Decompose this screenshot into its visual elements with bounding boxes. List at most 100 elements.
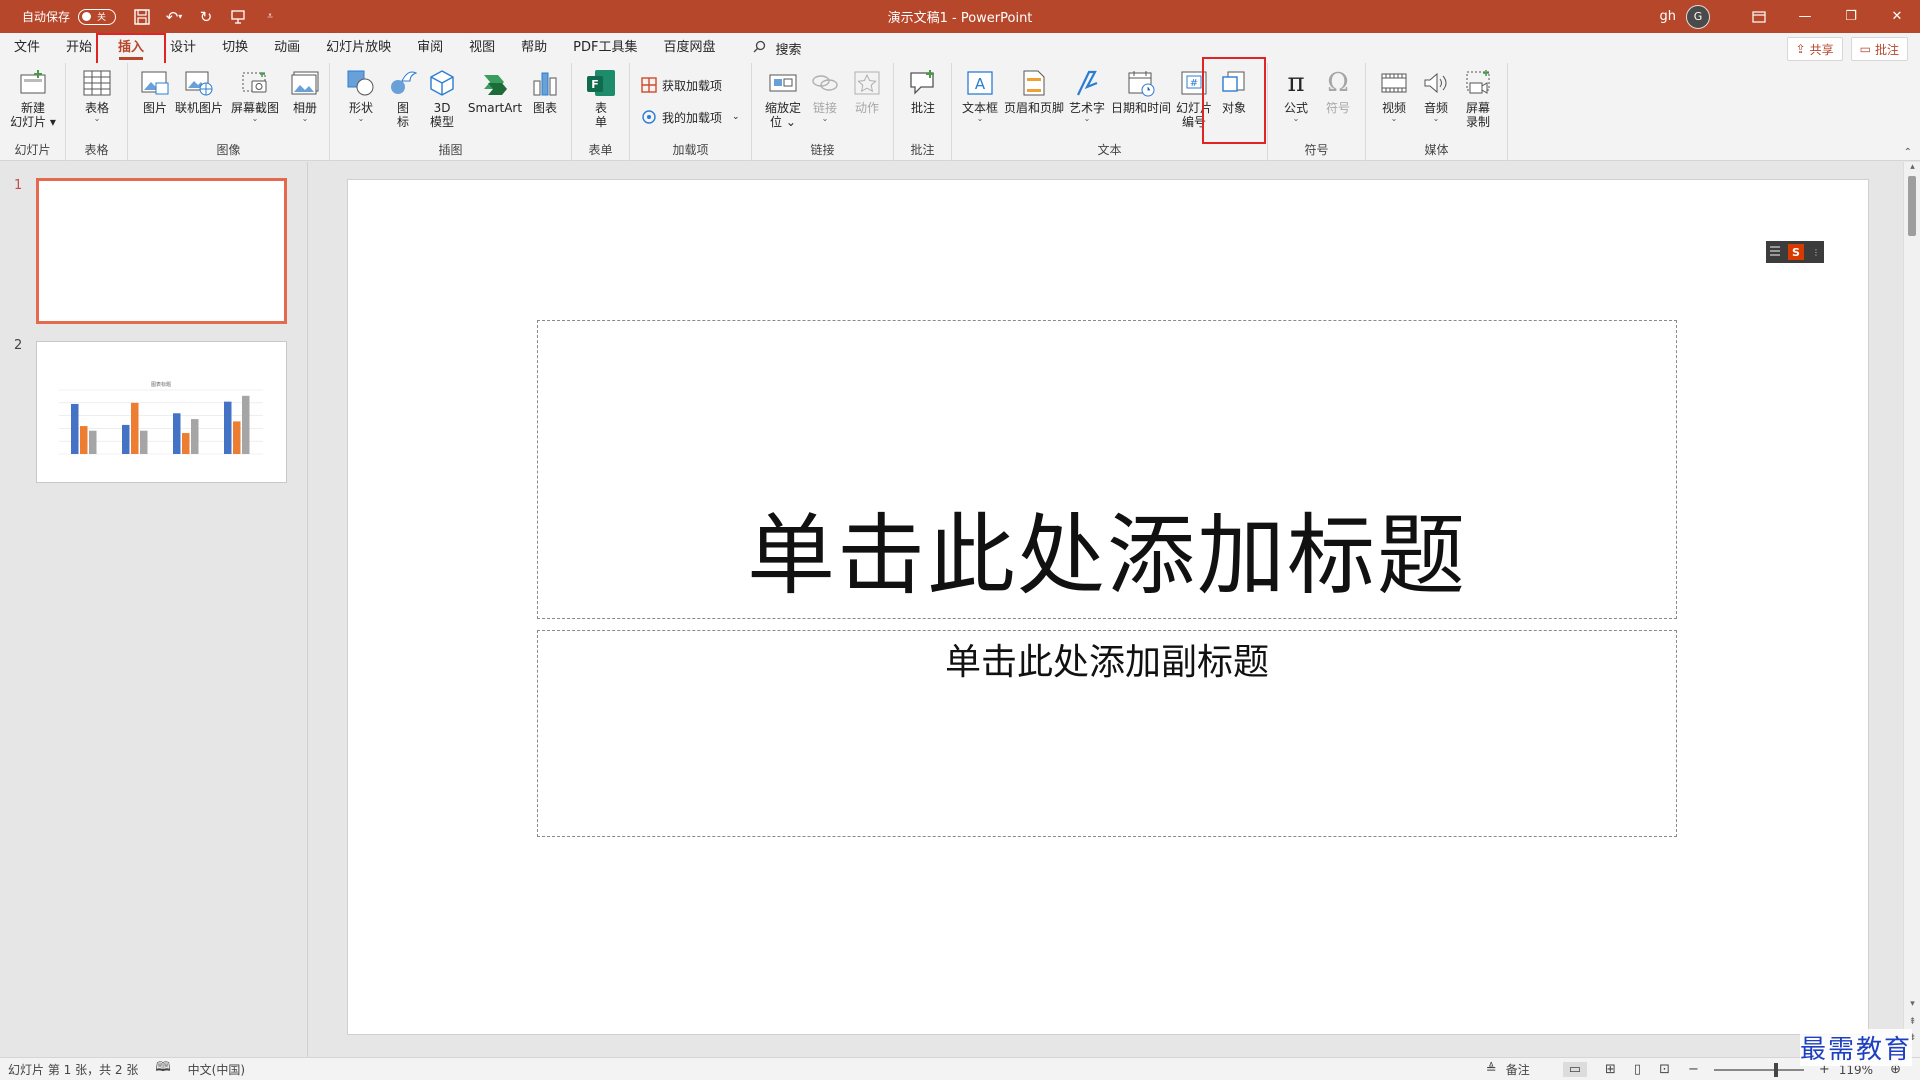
sogou-ime-toolbar[interactable]: S ⋮: [1766, 241, 1824, 263]
vertical-scrollbar[interactable]: ▴ ▾ ⇞ ⇟: [1903, 162, 1920, 1057]
slide-thumbnail-2[interactable]: 图表标题: [36, 341, 287, 483]
normal-view-icon[interactable]: ▭: [1562, 1062, 1587, 1077]
tab-help[interactable]: 帮助: [508, 33, 560, 63]
action-button[interactable]: 动作: [850, 67, 884, 115]
notes-button[interactable]: 备注: [1506, 1061, 1530, 1078]
screenshot-icon: [239, 67, 271, 99]
screenshot-button[interactable]: 屏幕截图 ⌄: [230, 67, 280, 123]
3d-models-button[interactable]: 3D 模型: [425, 67, 459, 129]
icons-icon: [387, 67, 419, 99]
tab-pdf-tools[interactable]: PDF工具集: [560, 33, 650, 63]
notes-icon[interactable]: ≜: [1486, 1062, 1497, 1077]
tab-transitions[interactable]: 切换: [209, 33, 261, 63]
symbol-button[interactable]: Ω 符号: [1320, 67, 1356, 115]
icons-button[interactable]: 图 标: [386, 67, 420, 129]
new-comment-button[interactable]: 批注: [906, 67, 940, 115]
picture-button[interactable]: 图片: [138, 67, 172, 115]
sogou-s-icon[interactable]: S: [1788, 244, 1804, 260]
wordart-button[interactable]: 艺术字 ⌄: [1067, 67, 1107, 123]
slide-sorter-icon[interactable]: ⊞: [1605, 1062, 1616, 1077]
tab-file[interactable]: 文件: [0, 33, 53, 63]
tab-view[interactable]: 视图: [456, 33, 508, 63]
comments-label: 批注: [1874, 42, 1899, 57]
menu-dots-icon[interactable]: ⋮: [1812, 248, 1820, 257]
undo-icon[interactable]: ↶ ▾: [160, 3, 188, 31]
minimize-icon[interactable]: —: [1782, 0, 1828, 33]
video-button[interactable]: 视频 ⌄: [1376, 67, 1412, 123]
shapes-button[interactable]: 形状 ⌄: [344, 67, 378, 123]
close-icon[interactable]: ✕: [1874, 0, 1920, 33]
toggle-knob: [82, 12, 92, 21]
slide-canvas[interactable]: S ⋮ 单击此处添加标题 单击此处添加副标题: [347, 179, 1869, 1035]
online-picture-button[interactable]: 联机图片: [174, 67, 224, 115]
zoom-button[interactable]: 缩放定 位 ⌄: [762, 67, 804, 129]
symbol-label: 符号: [1325, 101, 1350, 115]
tab-baidu-netdisk[interactable]: 百度网盘: [650, 33, 728, 63]
accessibility-book-icon[interactable]: 🕮: [155, 1058, 170, 1080]
table-button[interactable]: 表格 ⌄: [80, 67, 114, 123]
smartart-button[interactable]: SmartArt: [466, 67, 524, 115]
title-placeholder[interactable]: 单击此处添加标题: [537, 320, 1677, 619]
tab-slideshow[interactable]: 幻灯片放映: [313, 33, 404, 63]
equation-button[interactable]: π 公式 ⌄: [1278, 67, 1314, 123]
customize-qat-icon[interactable]: ⩡: [256, 3, 284, 31]
reading-view-icon[interactable]: ▯: [1634, 1062, 1641, 1077]
link-button[interactable]: 链接 ⌄: [808, 67, 842, 123]
user-name[interactable]: gh: [1660, 9, 1677, 24]
chevron-down-icon: ⌄: [357, 114, 365, 123]
slideshow-icon[interactable]: ⊡: [1659, 1062, 1670, 1077]
screen-recording-label-1: 屏幕: [1465, 101, 1490, 115]
speaker-icon: [1420, 67, 1452, 99]
header-footer-button[interactable]: 页眉和页脚: [1002, 67, 1066, 115]
group-label-addins: 加载项: [672, 143, 709, 157]
zoom-slider[interactable]: [1713, 1062, 1804, 1077]
zoom-out-icon[interactable]: −: [1688, 1062, 1699, 1077]
language-indicator[interactable]: 中文(中国): [188, 1061, 245, 1078]
present-from-start-icon[interactable]: [224, 3, 252, 31]
scrollbar-thumb[interactable]: [1908, 176, 1916, 236]
new-slide-icon: [17, 67, 49, 99]
chevron-down-icon: ⌄: [251, 114, 259, 123]
scroll-down-icon[interactable]: ▾: [1904, 999, 1920, 1009]
chevron-down-icon: ⌄: [976, 114, 984, 123]
my-addins-label: 我的加载项: [662, 110, 723, 125]
textbox-button[interactable]: A 文本框 ⌄: [960, 67, 1000, 123]
smartart-icon: [479, 67, 511, 99]
previous-slide-icon[interactable]: ⇞: [1904, 1017, 1920, 1027]
share-button[interactable]: ⇪ 共享: [1786, 37, 1843, 61]
screen-recording-button[interactable]: 屏幕 录制: [1460, 67, 1496, 129]
chart-button[interactable]: 图表: [528, 67, 562, 115]
audio-button[interactable]: 音频 ⌄: [1418, 67, 1454, 123]
tab-animations[interactable]: 动画: [261, 33, 313, 63]
svg-text:F: F: [591, 78, 599, 91]
photo-album-button[interactable]: 相册 ⌄: [288, 67, 322, 123]
wordart-icon: [1071, 67, 1103, 99]
redo-icon[interactable]: ↻: [192, 3, 220, 31]
group-addins: 获取加载项 我的加载项 ⌄ 加载项: [630, 63, 752, 161]
header-footer-icon: [1018, 67, 1050, 99]
date-time-button[interactable]: 日期和时间: [1109, 67, 1173, 115]
mini-chart-bar: [182, 433, 190, 454]
search-box[interactable]: 搜索: [753, 39, 802, 58]
store-icon: [640, 76, 658, 94]
group-label-links: 链接: [810, 143, 835, 157]
autosave-toggle[interactable]: 关: [78, 8, 117, 25]
scroll-up-icon[interactable]: ▴: [1904, 162, 1920, 172]
my-addins-button[interactable]: 我的加载项 ⌄: [640, 108, 740, 126]
subtitle-placeholder[interactable]: 单击此处添加副标题: [537, 630, 1677, 837]
new-slide-button[interactable]: 新建 幻灯片 ▾: [9, 67, 57, 129]
collapse-ribbon-icon[interactable]: ⌃: [1904, 147, 1912, 158]
slide-thumbnail-1[interactable]: [36, 178, 287, 324]
zoom-slider-handle[interactable]: [1773, 1062, 1778, 1077]
tab-review[interactable]: 审阅: [404, 33, 456, 63]
wordart-label: 艺术字: [1068, 101, 1105, 115]
3d-cube-icon: [426, 67, 458, 99]
forms-button[interactable]: F 表 单: [584, 67, 618, 129]
get-addins-button[interactable]: 获取加载项: [640, 76, 722, 94]
restore-icon[interactable]: ❐: [1828, 0, 1874, 33]
save-icon[interactable]: [128, 3, 156, 31]
comments-button[interactable]: ▭ 批注: [1850, 37, 1908, 61]
ribbon-display-options-icon[interactable]: [1736, 0, 1782, 33]
link-icon: [809, 67, 841, 99]
avatar[interactable]: G: [1686, 4, 1710, 29]
